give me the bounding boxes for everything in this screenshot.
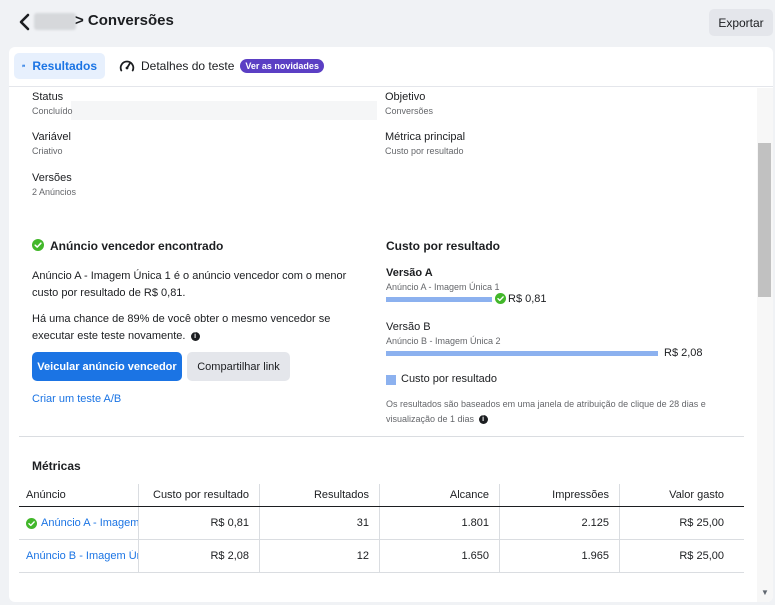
- main-metric-label: Métrica principal: [385, 131, 466, 143]
- ad-a-reach: 1.801: [380, 507, 500, 539]
- column-header-cost[interactable]: Custo por resultado: [139, 484, 260, 506]
- version-a-ad-name: Anúncio A - Imagem Única 1: [386, 282, 500, 292]
- page-header: > Conversões Exportar: [0, 0, 775, 44]
- column-header-results[interactable]: Resultados: [260, 484, 380, 506]
- ad-a-impressions: 2.125: [500, 507, 620, 539]
- tab-test-details-label: Detalhes do teste: [141, 59, 235, 73]
- redacted-campaign-name: [34, 13, 76, 30]
- winner-chance-text: executar este teste novamente.: [32, 330, 186, 342]
- status-label: Status: [32, 91, 64, 103]
- column-header-impressions[interactable]: Impressões: [500, 484, 620, 506]
- ad-b-link[interactable]: Anúncio B - Imagem Única 2: [26, 550, 138, 562]
- variable-label: Variável: [32, 131, 71, 143]
- table-row-ad-b: Anúncio B - Imagem Única 2 R$ 2,08 12 1.…: [19, 540, 744, 573]
- ad-a-cell: Anúncio A - Imagem Única 1: [19, 507, 139, 539]
- tab-results[interactable]: Resultados: [14, 53, 105, 79]
- scrollbar-thumb[interactable]: [758, 143, 771, 297]
- version-b-label: Versão B: [386, 321, 431, 333]
- winner-chance-line-1: Há uma chance de 89% de você obter o mes…: [32, 313, 331, 325]
- winner-title: Anúncio vencedor encontrado: [50, 239, 224, 253]
- version-a-bar: [386, 297, 492, 302]
- version-a-label: Versão A: [386, 267, 433, 279]
- results-content: Status Concluído Objetivo Conversões Var…: [9, 88, 757, 602]
- page-title: > Conversões: [75, 12, 174, 29]
- results-card: Resultados Detalhes do teste Ver as novi…: [9, 47, 773, 602]
- winner-check-icon: [32, 239, 44, 251]
- ad-b-reach: 1.650: [380, 540, 500, 572]
- footnote-line-1: Os resultados são baseados em uma janela…: [386, 399, 706, 409]
- share-link-button[interactable]: Compartilhar link: [187, 352, 290, 381]
- metrics-table: Anúncio Custo por resultado Resultados A…: [19, 484, 744, 573]
- ad-a-spent: R$ 25,00: [679, 517, 724, 529]
- chat-check-icon: [22, 64, 25, 68]
- tab-results-label: Resultados: [32, 59, 97, 73]
- back-arrow-icon[interactable]: [18, 12, 32, 32]
- run-winning-ad-button[interactable]: Veicular anúncio vencedor: [32, 352, 182, 381]
- tab-bar: Resultados Detalhes do teste Ver as novi…: [9, 47, 773, 87]
- tab-test-details[interactable]: Detalhes do teste Ver as novidades: [119, 53, 324, 79]
- export-button[interactable]: Exportar: [709, 9, 773, 36]
- objective-value: Conversões: [385, 106, 434, 116]
- ad-a-link[interactable]: Anúncio A - Imagem Única 1: [41, 517, 138, 529]
- scroll-down-arrow-icon[interactable]: ▼: [761, 588, 769, 597]
- news-badge[interactable]: Ver as novidades: [240, 59, 324, 73]
- version-b-bar: [386, 351, 658, 356]
- legend-label: Custo por resultado: [401, 373, 497, 385]
- ad-b-impressions: 1.965: [500, 540, 620, 572]
- ad-a-results: 31: [260, 507, 380, 539]
- winner-chance-line-2: executar este teste novamente. i: [32, 328, 200, 345]
- column-header-spent[interactable]: Valor gasto: [620, 484, 744, 506]
- cost-per-result-title: Custo por resultado: [386, 239, 501, 253]
- versions-label: Versões: [32, 172, 72, 184]
- winner-description-line-2: custo por resultado de R$ 0,81.: [32, 287, 186, 299]
- winner-description-line-1: Anúncio A - Imagem Única 1 é o anúncio v…: [32, 270, 347, 282]
- column-header-ad[interactable]: Anúncio: [19, 484, 139, 506]
- version-b-ad-name: Anúncio B - Imagem Única 2: [386, 336, 501, 346]
- row-winner-check-icon: [26, 517, 37, 529]
- objective-label: Objetivo: [385, 91, 426, 103]
- ad-a-cost: R$ 0,81: [139, 507, 260, 539]
- section-divider: [19, 436, 744, 437]
- create-ab-test-link[interactable]: Criar um teste A/B: [32, 393, 121, 405]
- ad-b-spent: R$ 25,00: [679, 550, 724, 562]
- scrollbar[interactable]: ▼: [757, 88, 773, 602]
- ad-b-cell: Anúncio B - Imagem Única 2: [19, 540, 139, 572]
- footnote-line-2: visualização de 1 dias: [386, 414, 475, 424]
- versions-value: 2 Anúncios: [32, 187, 77, 197]
- main-metric-value: Custo por resultado: [385, 146, 464, 156]
- ad-b-results: 12: [260, 540, 380, 572]
- table-header-row: Anúncio Custo por resultado Resultados A…: [19, 484, 744, 507]
- ad-b-cost: R$ 2,08: [139, 540, 260, 572]
- version-b-value: R$ 2,08: [664, 347, 703, 359]
- attribution-footnote: Os resultados são baseados em uma janela…: [386, 397, 731, 427]
- legend-swatch: [386, 375, 396, 385]
- column-header-reach[interactable]: Alcance: [380, 484, 500, 506]
- info-icon[interactable]: i: [190, 331, 200, 341]
- status-value: Concluído: [32, 106, 73, 116]
- table-row-ad-a: Anúncio A - Imagem Única 1 R$ 0,81 31 1.…: [19, 507, 744, 540]
- status-progress-bar: [71, 101, 377, 120]
- footnote-info-icon[interactable]: i: [478, 415, 488, 425]
- version-a-value: R$ 0,81: [508, 293, 547, 305]
- metrics-title: Métricas: [32, 459, 81, 473]
- speedometer-icon: [119, 60, 135, 72]
- variable-value: Criativo: [32, 146, 63, 156]
- version-a-winner-check-icon: [495, 293, 506, 304]
